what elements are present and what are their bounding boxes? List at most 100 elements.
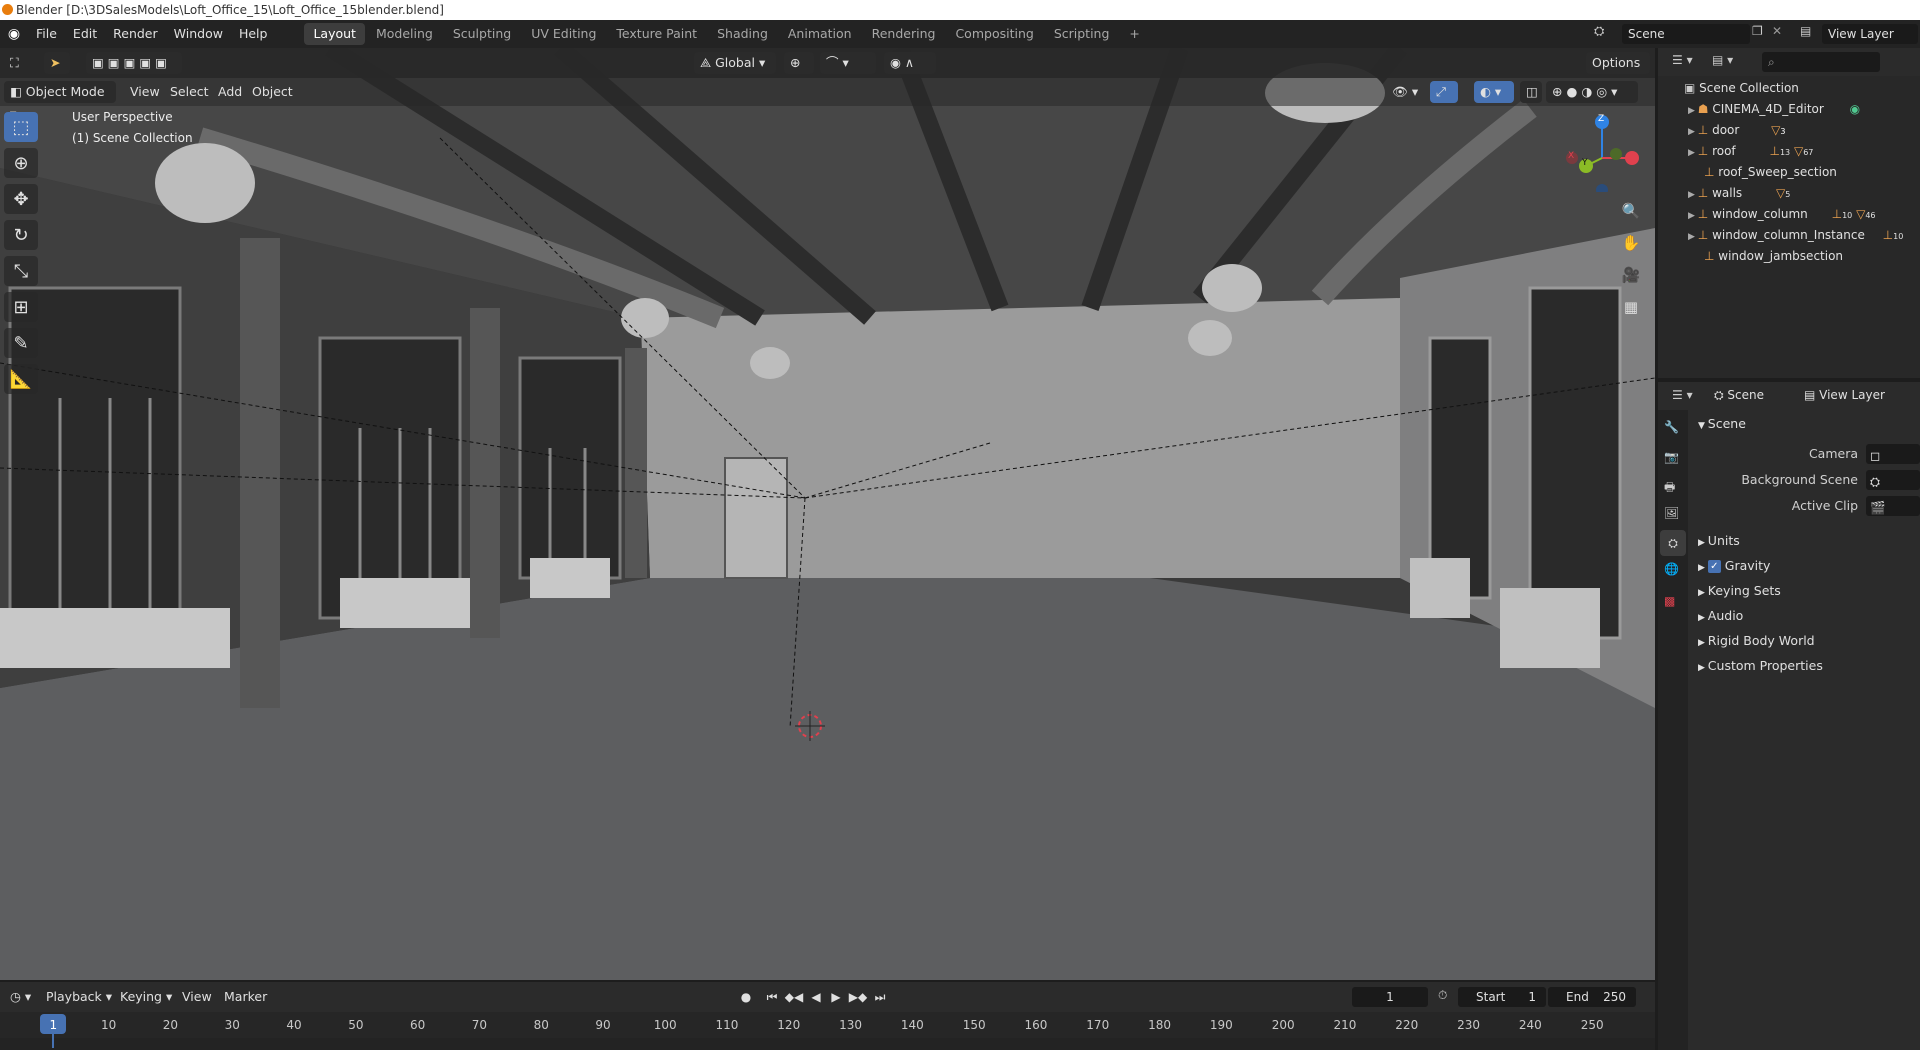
new-scene-icon[interactable]: ❐ [1752,24,1770,44]
rotate-tool-icon[interactable]: ↻ [4,220,38,250]
background-scene-field[interactable]: ⛭ [1866,470,1920,490]
custom-properties-section[interactable]: ▶ Custom Properties [1698,654,1823,678]
shading-mode-buttons[interactable]: ⊕ ● ◑ ◎ ▾ [1546,81,1638,103]
view-layer-icon[interactable]: ▤ [1800,24,1820,44]
viewport-menu-view[interactable]: View [124,81,166,103]
list-item[interactable]: ⊥ window_jambsection [1658,246,1920,267]
menu-window[interactable]: Window [166,20,231,48]
properties-editor-type-icon[interactable]: ☰ ▾ [1672,388,1693,402]
keying-sets-section[interactable]: ▶ Keying Sets [1698,579,1781,603]
tab-modeling[interactable]: Modeling [367,23,442,45]
end-frame-field[interactable]: End 250 [1548,987,1636,1007]
display-mode-icon[interactable]: ▤ ▾ [1712,53,1733,67]
list-item[interactable]: ⊥ roof_Sweep_section [1658,162,1920,183]
tab-layout[interactable]: Layout [304,23,365,45]
render-tab-icon[interactable]: 📷 [1664,450,1679,464]
tab-compositing[interactable]: Compositing [946,23,1042,45]
world-tab-icon[interactable]: 🌐 [1664,562,1679,576]
scale-tool-icon[interactable]: ⤡ [4,256,38,286]
audio-section[interactable]: ▶ Audio [1698,604,1743,628]
transform-orientation-dropdown[interactable]: ⟁ Global ▾ [694,52,776,74]
menu-render[interactable]: Render [105,20,166,48]
play-icon[interactable]: ▶ [826,987,846,1007]
outliner-root[interactable]: ▣ Scene Collection [1658,78,1920,99]
timeline-menu-marker[interactable]: Marker [218,986,273,1008]
gravity-section[interactable]: ▶ ✓ Gravity [1698,554,1770,578]
outliner-search-input[interactable]: ⌕ [1762,52,1880,72]
overlay-toggle-icon[interactable]: ◐ ▾ [1474,81,1514,103]
menu-file[interactable]: File [28,20,65,48]
list-item[interactable]: ▶ ☗ CINEMA_4D_Editor ◉ [1658,99,1920,120]
tab-rendering[interactable]: Rendering [863,23,945,45]
timeline-menu-keying[interactable]: Keying ▾ [114,986,178,1008]
zoom-icon[interactable]: 🔍 [1618,198,1644,224]
menu-edit[interactable]: Edit [65,20,105,48]
viewport-menu-select[interactable]: Select [164,81,215,103]
add-workspace-button[interactable]: + [1120,23,1148,45]
list-item[interactable]: ▶ ⊥ window_column ⊥10 ▽46 [1658,204,1920,225]
tab-shading[interactable]: Shading [708,23,777,45]
scene-panel-header[interactable]: ▼ Scene [1698,412,1746,436]
pivot-point-icon[interactable]: ⊕ [784,52,814,74]
move-tool-icon[interactable]: ✥ [4,184,38,214]
tab-animation[interactable]: Animation [779,23,861,45]
xray-toggle-icon[interactable]: ◫ [1520,81,1542,103]
scene-tab-icon[interactable]: ⛭ [1660,530,1686,556]
tab-texture-paint[interactable]: Texture Paint [607,23,706,45]
start-frame-field[interactable]: Start 1 [1458,987,1546,1007]
mode-dropdown[interactable]: ◧ Object Mode ▾ [4,81,116,121]
camera-view-icon[interactable]: 🎥 [1618,262,1644,288]
gizmo-toggle-icon[interactable]: ⤢ [1430,81,1458,103]
prev-keyframe-icon[interactable]: ◆◀ [784,987,804,1007]
menu-help[interactable]: Help [231,20,276,48]
jump-start-icon[interactable]: ⏮ [762,987,782,1007]
list-item[interactable]: ▶ ⊥ roof ⊥13 ▽67 [1658,141,1920,162]
tab-uv-editing[interactable]: UV Editing [522,23,605,45]
gravity-checkbox[interactable]: ✓ [1707,560,1721,573]
list-item[interactable]: ▶ ⊥ door ▽3 [1658,120,1920,141]
select-box-tool-icon[interactable]: ⬚ [4,112,38,142]
viewport-menu-add[interactable]: Add [212,81,248,103]
outliner-editor-type-icon[interactable]: ☰ ▾ [1672,53,1693,67]
blender-menu-icon[interactable]: ◉ [0,26,28,42]
proportional-edit-icon[interactable]: ◉ ∧ [884,52,936,74]
view-layer-selector[interactable]: View Layer [1822,24,1918,44]
timeline-editor-type-icon[interactable]: ◷ ▾ [4,986,37,1008]
properties-view-layer-tab[interactable]: ▤ View Layer [1804,388,1885,402]
view-layer-tab-icon[interactable]: 🖼 [1664,506,1679,520]
rigid-body-world-section[interactable]: ▶ Rigid Body World [1698,629,1815,653]
cursor-tool-icon[interactable]: ⊕ [4,148,38,178]
visibility-icon[interactable]: 👁 ▾ [1386,81,1426,103]
measure-tool-icon[interactable]: 📐 [4,364,38,394]
timeline-menu-playback[interactable]: Playback ▾ [40,986,118,1008]
tab-sculpting[interactable]: Sculpting [444,23,520,45]
tab-scripting[interactable]: Scripting [1045,23,1119,45]
annotate-tool-icon[interactable]: ✎ [4,328,38,358]
list-item[interactable]: ▶ ⊥ walls ▽5 [1658,183,1920,204]
snap-icon[interactable]: ⌒ ▾ [820,52,876,74]
record-icon[interactable]: ● [736,987,756,1007]
scene-browse-icon[interactable]: ⛭ [1594,24,1618,44]
editor-type-icon[interactable]: ⛶ [4,52,34,74]
texture-tab-icon[interactable]: ▩ [1664,594,1675,608]
next-keyframe-icon[interactable]: ▶◆ [848,987,868,1007]
properties-scene-tab[interactable]: ⛭ Scene [1714,388,1764,403]
transform-tool-icon[interactable]: ⊞ [4,292,38,322]
pan-hand-icon[interactable]: ✋ [1618,230,1644,256]
current-frame-field[interactable]: 1 [1352,987,1428,1007]
units-section[interactable]: ▶ Units [1698,529,1740,553]
play-reverse-icon[interactable]: ◀ [806,987,826,1007]
selection-mode-buttons[interactable]: ▣ ▣ ▣ ▣ ▣ [86,52,182,74]
navigation-gizmo[interactable]: Z Y X [1560,108,1644,196]
options-dropdown[interactable]: Options [1586,52,1650,74]
tool-tab-icon[interactable]: 🔧 [1664,420,1679,434]
select-tool-icon[interactable]: ➤ [44,52,70,74]
viewport-menu-object[interactable]: Object [246,81,299,103]
active-clip-field[interactable]: 🎬 [1866,496,1920,516]
preview-range-icon[interactable]: ⏱ [1438,988,1447,1003]
timeline-menu-view[interactable]: View [176,986,218,1008]
output-tab-icon[interactable]: 🖶 [1664,478,1675,499]
jump-end-icon[interactable]: ⏭ [870,987,890,1007]
delete-scene-icon[interactable]: ✕ [1772,24,1786,44]
list-item[interactable]: ▶ ⊥ window_column_Instance ⊥10 [1658,225,1920,246]
